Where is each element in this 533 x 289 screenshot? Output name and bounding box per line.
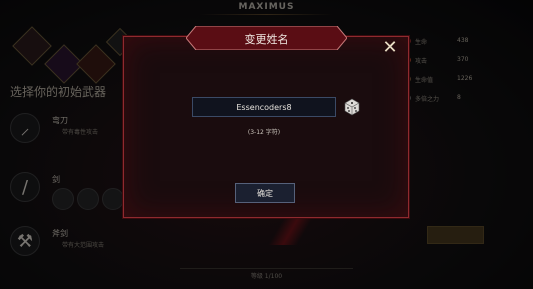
dialog-header: 变更姓名 <box>186 26 347 50</box>
dialog-title: 变更姓名 <box>244 33 289 46</box>
close-icon[interactable]: ✕ <box>381 39 399 57</box>
dice-icon[interactable] <box>343 98 361 116</box>
name-length-hint: (3-12 字符) <box>247 129 281 136</box>
name-input[interactable] <box>192 97 336 117</box>
confirm-button[interactable]: 确定 <box>235 183 295 203</box>
